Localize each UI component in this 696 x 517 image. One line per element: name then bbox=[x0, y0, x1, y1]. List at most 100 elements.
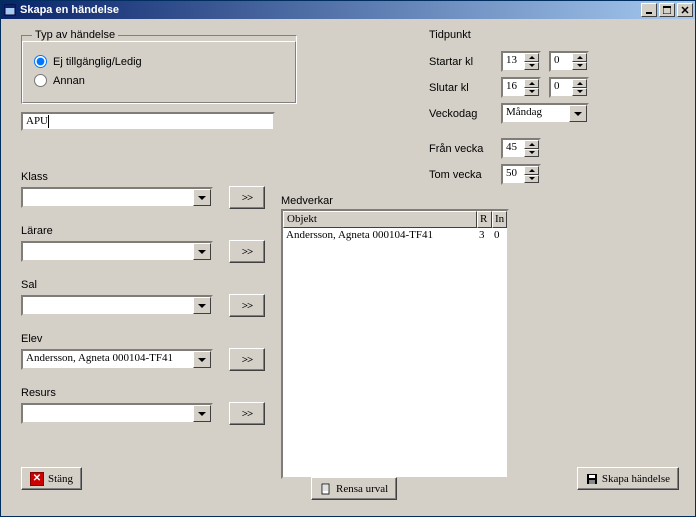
radio-other[interactable]: Annan bbox=[32, 74, 286, 87]
medverkar-section: Medverkar Objekt R In Andersson, Agneta … bbox=[281, 195, 509, 479]
sal-add-button[interactable]: >> bbox=[229, 294, 265, 317]
radio-other-label: Annan bbox=[53, 75, 85, 87]
start-min-spinner[interactable]: 0 bbox=[549, 51, 589, 72]
larare-label: Lärare bbox=[21, 225, 281, 237]
from-week-spinner[interactable]: 45 bbox=[501, 138, 541, 159]
chevron-down-icon[interactable] bbox=[569, 105, 587, 122]
weekday-combo[interactable]: Måndag bbox=[501, 103, 589, 124]
resurs-block: Resurs >> bbox=[21, 387, 281, 425]
spin-up-icon[interactable] bbox=[572, 53, 587, 62]
clear-button-label: Rensa urval bbox=[336, 483, 388, 495]
klass-combo[interactable] bbox=[21, 187, 213, 208]
chevron-down-icon[interactable] bbox=[193, 189, 211, 206]
start-min-value: 0 bbox=[551, 53, 572, 70]
elev-combo[interactable]: Andersson, Agneta 000104-TF41 bbox=[21, 349, 213, 370]
start-label: Startar kl bbox=[429, 56, 501, 68]
spin-down-icon[interactable] bbox=[524, 62, 539, 71]
table-row[interactable]: Andersson, Agneta 000104-TF41 3 0 bbox=[283, 228, 507, 244]
document-icon bbox=[320, 483, 332, 495]
col-r[interactable]: R bbox=[477, 211, 492, 228]
spin-down-icon[interactable] bbox=[572, 62, 587, 71]
app-icon bbox=[3, 3, 17, 17]
resurs-label: Resurs bbox=[21, 387, 281, 399]
start-time-row: Startar kl 13 0 bbox=[429, 51, 589, 72]
col-objekt[interactable]: Objekt bbox=[283, 211, 477, 228]
resurs-combo[interactable] bbox=[21, 403, 213, 424]
weekday-label: Veckodag bbox=[429, 108, 501, 120]
weekday-value: Måndag bbox=[503, 105, 569, 122]
klass-label: Klass bbox=[21, 171, 281, 183]
chevron-down-icon[interactable] bbox=[193, 405, 211, 422]
chevron-down-icon[interactable] bbox=[193, 297, 211, 314]
spin-down-icon[interactable] bbox=[524, 149, 539, 158]
cell-objekt: Andersson, Agneta 000104-TF41 bbox=[283, 228, 477, 244]
minimize-button[interactable] bbox=[641, 3, 657, 17]
to-week-value: 50 bbox=[503, 166, 524, 183]
elev-add-button[interactable]: >> bbox=[229, 348, 265, 371]
window-title: Skapa en händelse bbox=[20, 4, 639, 16]
save-icon bbox=[586, 473, 598, 485]
elev-block: Elev Andersson, Agneta 000104-TF41 >> bbox=[21, 333, 281, 371]
start-hour-spinner[interactable]: 13 bbox=[501, 51, 541, 72]
left-column: Typ av händelse Ej tillgänglig/Ledig Ann… bbox=[21, 29, 281, 425]
from-week-value: 45 bbox=[503, 140, 524, 157]
larare-add-button[interactable]: >> bbox=[229, 240, 265, 263]
end-hour-value: 16 bbox=[503, 79, 524, 96]
clear-button[interactable]: Rensa urval bbox=[311, 477, 397, 500]
spin-down-icon[interactable] bbox=[572, 88, 587, 97]
close-button-label: Stäng bbox=[48, 473, 73, 485]
larare-combo[interactable] bbox=[21, 241, 213, 262]
spin-up-icon[interactable] bbox=[524, 166, 539, 175]
sal-block: Sal >> bbox=[21, 279, 281, 317]
window: Skapa en händelse Typ av händelse Ej til… bbox=[0, 0, 696, 517]
from-week-row: Från vecka 45 bbox=[429, 138, 589, 159]
weekday-row: Veckodag Måndag bbox=[429, 103, 589, 124]
spin-down-icon[interactable] bbox=[524, 88, 539, 97]
resurs-add-button[interactable]: >> bbox=[229, 402, 265, 425]
medverkar-table[interactable]: Objekt R In Andersson, Agneta 000104-TF4… bbox=[281, 209, 509, 479]
end-min-value: 0 bbox=[551, 79, 572, 96]
to-week-label: Tom vecka bbox=[429, 169, 501, 181]
from-week-label: Från vecka bbox=[429, 143, 501, 155]
window-body: Typ av händelse Ej tillgänglig/Ledig Ann… bbox=[1, 19, 695, 516]
spin-up-icon[interactable] bbox=[524, 79, 539, 88]
event-type-group: Typ av händelse Ej tillgänglig/Ledig Ann… bbox=[21, 29, 297, 104]
col-in[interactable]: In bbox=[492, 211, 507, 228]
klass-block: Klass >> bbox=[21, 171, 281, 209]
create-button[interactable]: Skapa händelse bbox=[577, 467, 679, 490]
close-icon: ✕ bbox=[30, 472, 44, 486]
tidpunkt-heading: Tidpunkt bbox=[429, 29, 589, 41]
chevron-down-icon[interactable] bbox=[193, 243, 211, 260]
klass-add-button[interactable]: >> bbox=[229, 186, 265, 209]
titlebar: Skapa en händelse bbox=[1, 1, 695, 19]
spin-down-icon[interactable] bbox=[524, 175, 539, 184]
larare-block: Lärare >> bbox=[21, 225, 281, 263]
to-week-spinner[interactable]: 50 bbox=[501, 164, 541, 185]
maximize-button[interactable] bbox=[659, 3, 675, 17]
tidpunkt-section: Tidpunkt Startar kl 13 0 Slutar kl 16 bbox=[429, 29, 589, 190]
close-window-button[interactable] bbox=[677, 3, 693, 17]
sal-combo[interactable] bbox=[21, 295, 213, 316]
start-hour-value: 13 bbox=[503, 53, 524, 70]
end-hour-spinner[interactable]: 16 bbox=[501, 77, 541, 98]
elev-value: Andersson, Agneta 000104-TF41 bbox=[23, 351, 193, 368]
create-button-label: Skapa händelse bbox=[602, 473, 670, 485]
apu-input[interactable]: APU bbox=[21, 112, 275, 131]
close-button[interactable]: ✕ Stäng bbox=[21, 467, 82, 490]
spin-up-icon[interactable] bbox=[524, 53, 539, 62]
sal-value bbox=[23, 297, 193, 314]
spin-up-icon[interactable] bbox=[524, 140, 539, 149]
chevron-down-icon[interactable] bbox=[193, 351, 211, 368]
end-time-row: Slutar kl 16 0 bbox=[429, 77, 589, 98]
sal-label: Sal bbox=[21, 279, 281, 291]
radio-unavailable-input[interactable] bbox=[34, 55, 47, 68]
cell-in: 0 bbox=[492, 228, 507, 244]
klass-value bbox=[23, 189, 193, 206]
radio-other-input[interactable] bbox=[34, 74, 47, 87]
event-type-legend: Typ av händelse bbox=[32, 29, 118, 41]
cell-r: 3 bbox=[477, 228, 492, 244]
spin-up-icon[interactable] bbox=[572, 79, 587, 88]
radio-unavailable[interactable]: Ej tillgänglig/Ledig bbox=[32, 55, 286, 68]
end-min-spinner[interactable]: 0 bbox=[549, 77, 589, 98]
elev-label: Elev bbox=[21, 333, 281, 345]
